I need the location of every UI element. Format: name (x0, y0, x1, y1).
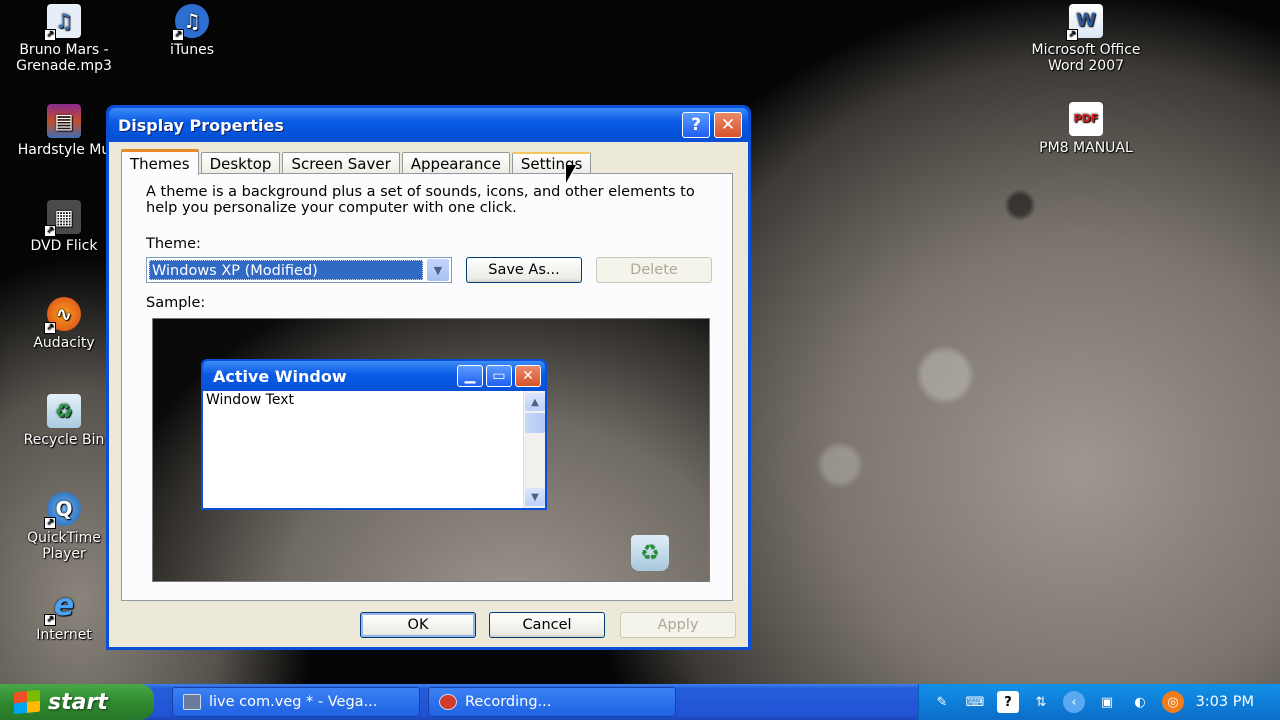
word-icon: W ↗ (1066, 4, 1103, 41)
internet-explorer-icon: e ↗ (44, 589, 81, 626)
apply-button[interactable]: Apply (620, 612, 736, 638)
save-as-button[interactable]: Save As... (466, 257, 582, 283)
pen-icon[interactable]: ✎ (931, 691, 953, 713)
system-tray: ✎ ⌨ ? ⇅ ‹ ▣ ◐ ◎ 3:03 PM (918, 684, 1280, 720)
taskbar-item-recording[interactable]: Recording... (428, 687, 676, 717)
keyboard-icon[interactable]: ⌨ (964, 691, 986, 713)
tab-desktop[interactable]: Desktop (200, 152, 281, 174)
network-icon[interactable]: ⇅ (1030, 691, 1052, 713)
taskbar: start live com.veg * - Vega... Recording… (0, 684, 1280, 720)
security-icon[interactable]: ◎ (1162, 691, 1184, 713)
scroll-down-icon: ▼ (525, 488, 545, 506)
tab-strip: Themes Desktop Screen Saver Appearance S… (121, 148, 593, 175)
desktop-icon-pm8-manual[interactable]: PDF PM8 MANUAL (1024, 102, 1148, 156)
theme-dropdown[interactable]: Windows XP (Modified) ▼ (146, 257, 452, 283)
ok-button[interactable]: OK (360, 612, 476, 638)
chevron-down-icon[interactable]: ▼ (427, 259, 449, 281)
taskbar-item-vegas[interactable]: live com.veg * - Vega... (172, 687, 420, 717)
desktop-icon-bruno-mars[interactable]: ♫ ↗ Bruno Mars - Grenade.mp3 (2, 4, 126, 74)
themes-panel: A theme is a background plus a set of so… (121, 173, 733, 601)
quicktime-icon: Q ↗ (44, 492, 81, 529)
theme-sample-preview: Active Window ▁ ▭ ✕ Window Text ▲ ▼ ♻ (152, 318, 710, 582)
sample-window-title: Active Window (213, 366, 347, 386)
tab-appearance[interactable]: Appearance (401, 152, 510, 174)
theme-description: A theme is a background plus a set of so… (146, 184, 695, 216)
pdf-icon: PDF (1069, 102, 1103, 136)
volume-icon[interactable]: ◐ (1129, 691, 1151, 713)
sample-scrollbar: ▲ ▼ (523, 391, 545, 508)
itunes-icon: ♫ ↗ (172, 4, 209, 41)
help-icon[interactable]: ? (997, 691, 1019, 713)
start-button[interactable]: start (0, 684, 154, 720)
chevron-left-icon[interactable]: ‹ (1063, 691, 1085, 713)
window-titlebar[interactable]: Display Properties ? ✕ (109, 108, 748, 142)
vegas-icon (183, 694, 201, 710)
display-properties-window: Display Properties ? ✕ Themes Desktop Sc… (106, 105, 751, 650)
tab-screen-saver[interactable]: Screen Saver (282, 152, 400, 174)
recording-icon (439, 694, 457, 710)
tab-settings[interactable]: Settings (511, 152, 592, 174)
recycle-bin-icon: ♻ (631, 535, 669, 571)
scroll-thumb (525, 413, 545, 433)
clock: 3:03 PM (1195, 694, 1254, 710)
mouse-cursor-icon (566, 165, 576, 183)
theme-label: Theme: (146, 236, 201, 252)
desktop-icon-word-2007[interactable]: W ↗ Microsoft Office Word 2007 (1024, 4, 1148, 74)
sample-window-titlebar: Active Window ▁ ▭ ✕ (203, 361, 545, 391)
winrar-icon: ▤ (47, 104, 81, 138)
sample-active-window: Active Window ▁ ▭ ✕ Window Text ▲ ▼ (201, 359, 547, 510)
desktop-icon-label: Bruno Mars - Grenade.mp3 (16, 42, 112, 74)
sample-window-text: Window Text (206, 392, 294, 408)
taskbar-item-label: Recording... (465, 694, 552, 710)
desktop-icon-label: PM8 MANUAL (1039, 140, 1133, 156)
music-file-icon: ♫ ↗ (44, 4, 81, 41)
sample-label: Sample: (146, 295, 206, 311)
recycle-bin-icon: ♻ (47, 394, 81, 428)
close-icon: ✕ (515, 365, 541, 387)
window-body: Themes Desktop Screen Saver Appearance S… (109, 142, 748, 647)
taskbar-item-label: live com.veg * - Vega... (209, 694, 378, 710)
scroll-up-icon: ▲ (525, 393, 545, 411)
delete-button[interactable]: Delete (596, 257, 712, 283)
tab-themes[interactable]: Themes (121, 149, 199, 175)
audacity-icon: ∿ ↗ (44, 297, 81, 334)
cancel-button[interactable]: Cancel (489, 612, 605, 638)
window-title: Display Properties (118, 115, 284, 135)
start-label: start (48, 689, 108, 715)
desktop-icon-itunes[interactable]: ♫ ↗ iTunes (130, 4, 254, 58)
theme-dropdown-value: Windows XP (Modified) (149, 260, 423, 280)
display-icon[interactable]: ▣ (1096, 691, 1118, 713)
help-button[interactable]: ? (682, 112, 710, 138)
dvd-flick-icon: ▦ ↗ (44, 200, 81, 237)
desktop-icon-label: Microsoft Office Word 2007 (1031, 42, 1141, 74)
close-button[interactable]: ✕ (714, 112, 742, 138)
desktop-icon-label: iTunes (170, 42, 214, 58)
sample-window-content: Window Text ▲ ▼ (203, 391, 545, 508)
maximize-icon: ▭ (486, 365, 512, 387)
minimize-icon: ▁ (457, 365, 483, 387)
windows-flag-icon (14, 689, 40, 715)
